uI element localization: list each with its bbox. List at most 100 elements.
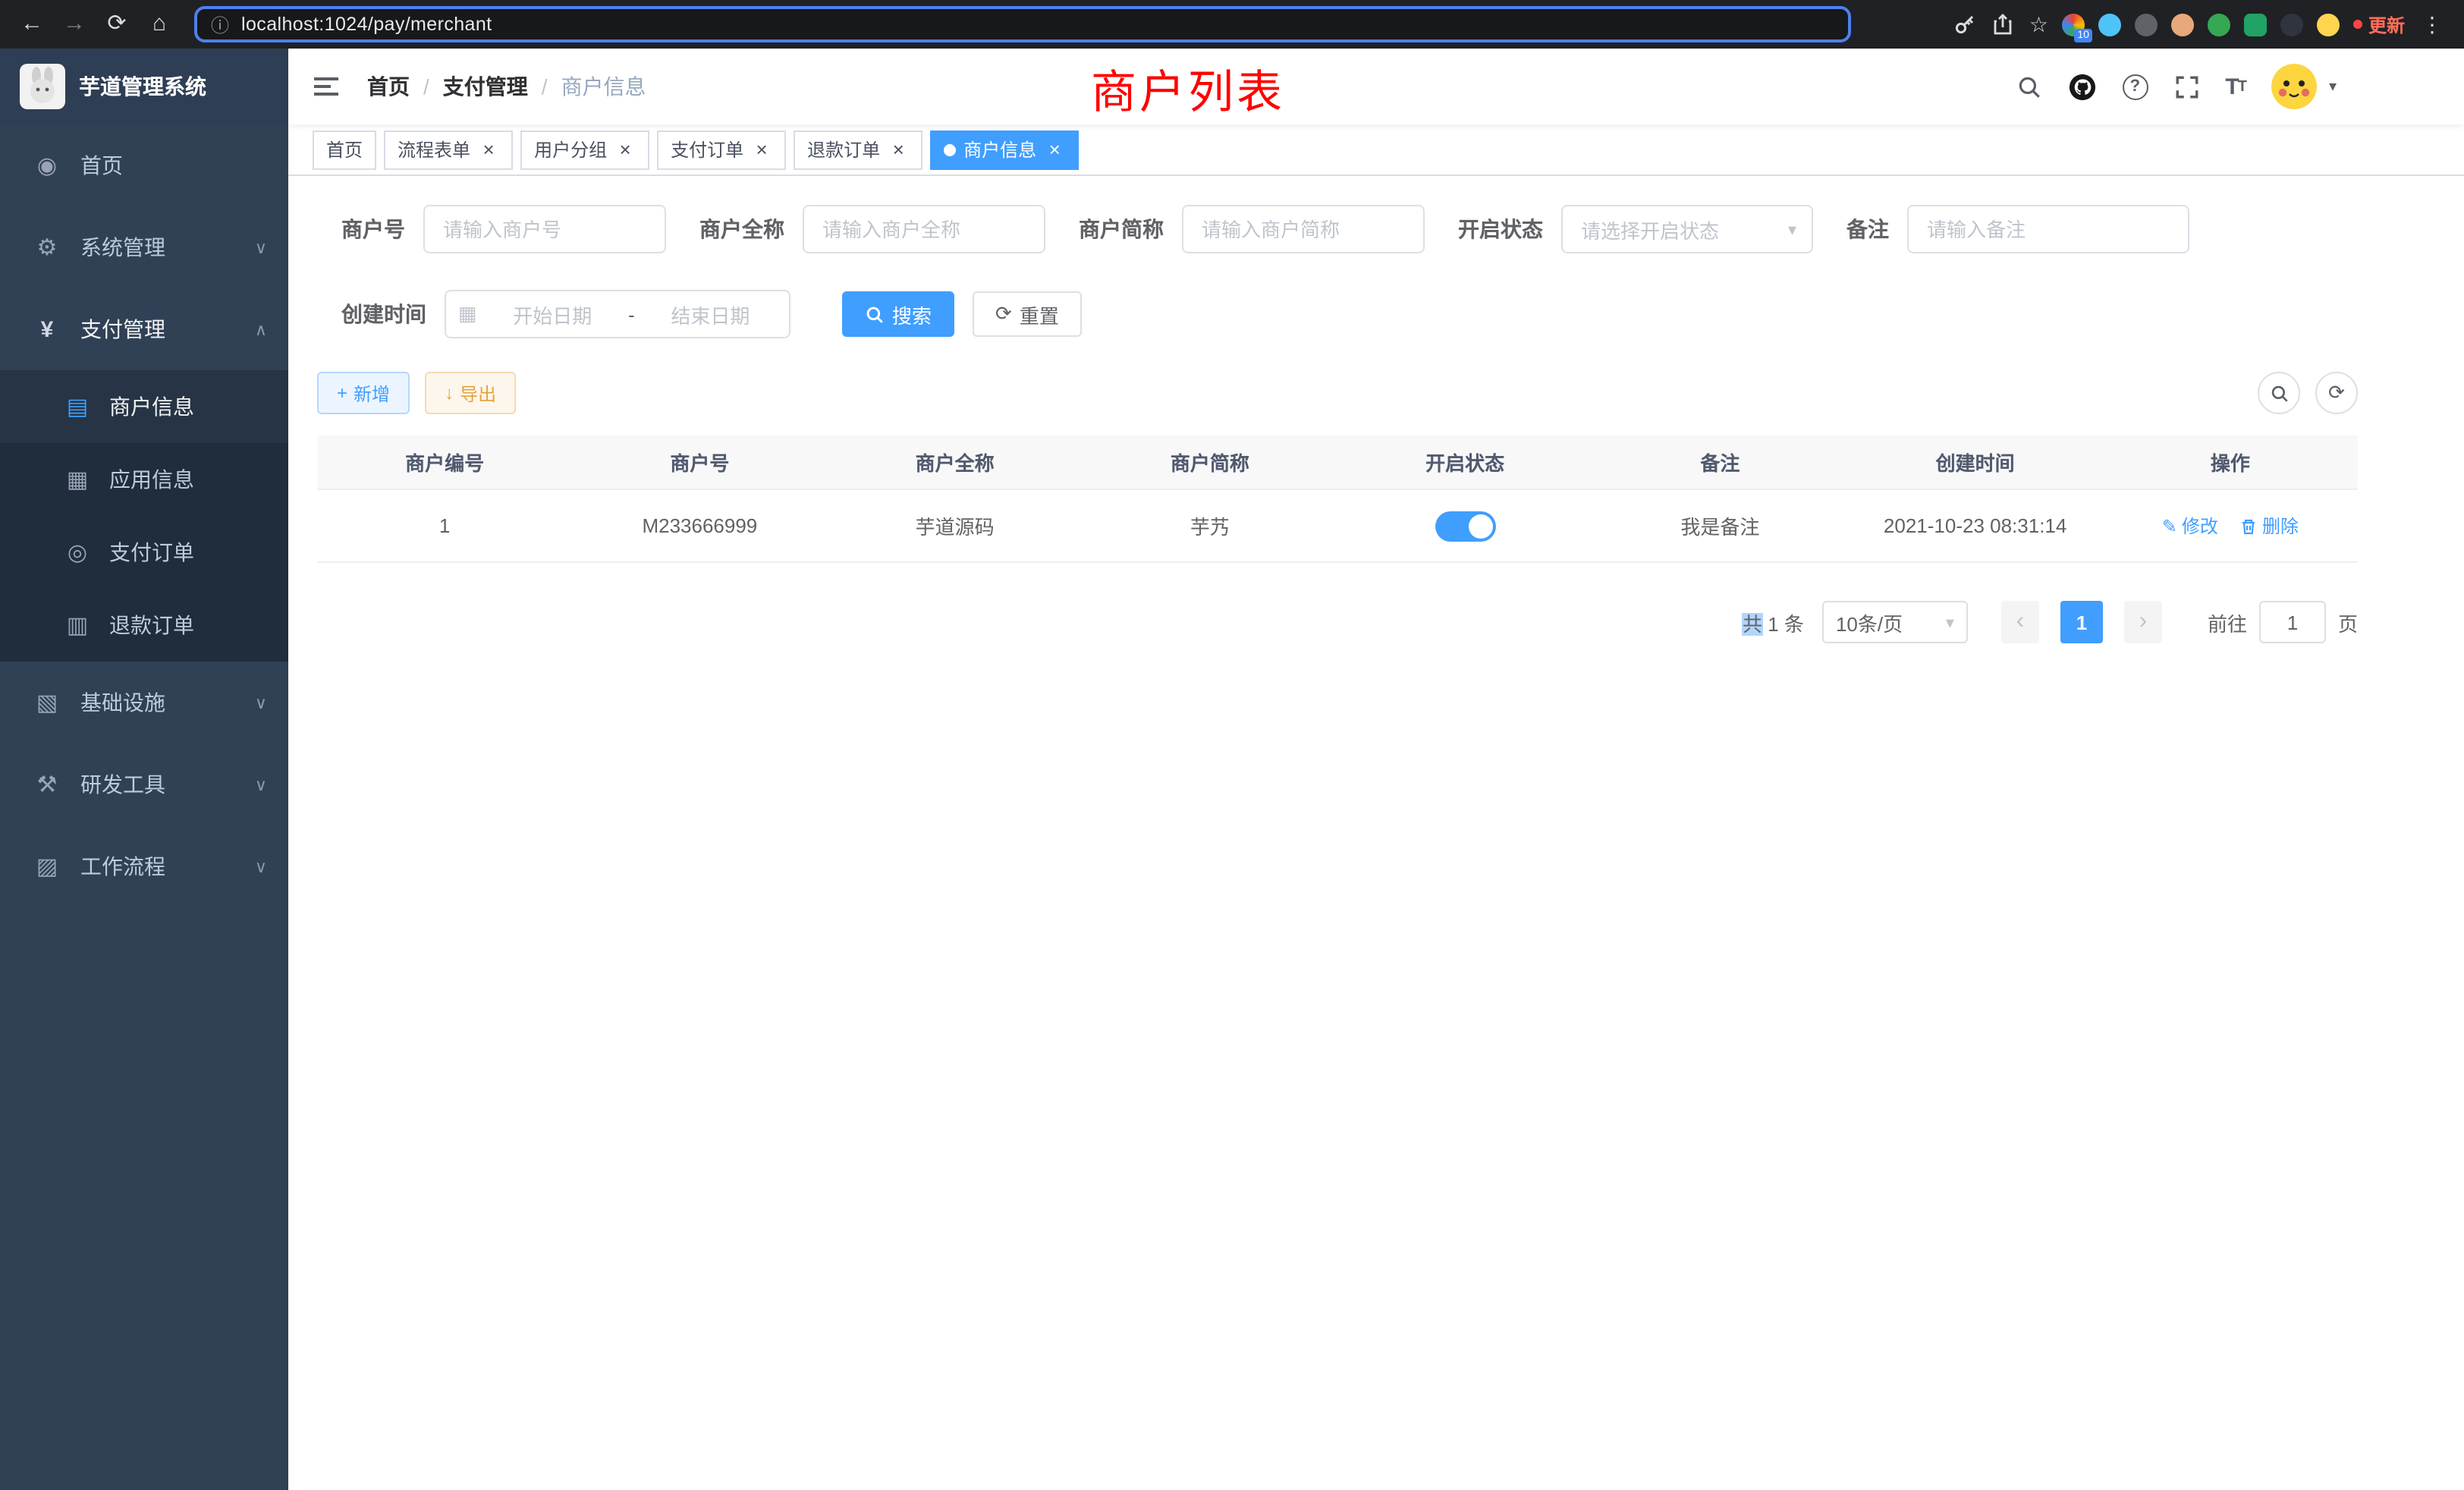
extension-icon-8[interactable] xyxy=(2317,13,2340,36)
bookmark-star-icon[interactable]: ☆ xyxy=(2029,11,2048,37)
add-button[interactable]: + 新增 xyxy=(317,372,410,414)
extension-icon-4[interactable] xyxy=(2171,13,2194,36)
help-icon[interactable]: ? xyxy=(2122,74,2148,99)
sidebar-item-label: 系统管理 xyxy=(80,232,165,262)
goto-page-input[interactable] xyxy=(2259,601,2326,643)
cell-remark: 我是备注 xyxy=(1592,490,1847,563)
delete-label: 删除 xyxy=(2262,513,2299,539)
sidebar-item-workflow[interactable]: ▨ 工作流程 ∨ xyxy=(0,825,288,907)
status-toggle[interactable] xyxy=(1435,511,1495,541)
app-grid-icon: ▦ xyxy=(64,466,91,493)
full-name-input[interactable] xyxy=(803,205,1045,253)
edit-button[interactable]: ✎ 修改 xyxy=(2162,513,2218,539)
column-header: 商户号 xyxy=(572,435,827,490)
share-icon[interactable] xyxy=(1991,12,2016,36)
refresh-table-button[interactable]: ⟳ xyxy=(2315,372,2358,414)
close-icon[interactable]: × xyxy=(614,139,636,160)
dashboard-icon: ◉ xyxy=(33,152,61,179)
annotation-title: 商户列表 xyxy=(1091,55,1285,121)
search-icon[interactable] xyxy=(2016,74,2041,99)
close-icon[interactable]: × xyxy=(888,139,909,160)
merchant-no-input[interactable] xyxy=(423,205,666,253)
sidebar-item-infrastructure[interactable]: ▧ 基础设施 ∨ xyxy=(0,662,288,743)
hamburger-icon[interactable] xyxy=(311,71,341,102)
reload-icon[interactable]: ⟳ xyxy=(97,0,137,49)
screen: ← → ⟳ ⌂ ⓘ localhost:1024/pay/merchant ☆ … xyxy=(0,0,2464,1490)
end-date-placeholder[interactable]: 结束日期 xyxy=(644,300,777,328)
font-size-icon[interactable]: TT xyxy=(2225,74,2246,99)
export-button[interactable]: ↓ 导出 xyxy=(425,372,516,414)
tab-home[interactable]: 首页 xyxy=(313,130,376,169)
page-jumper: 前往 页 xyxy=(2208,601,2358,643)
sidebar-item-dev-tools[interactable]: ⚒ 研发工具 ∨ xyxy=(0,743,288,825)
extension-icon-1[interactable]: 10 xyxy=(2062,13,2085,36)
sidebar-item-payment[interactable]: ¥ 支付管理 ∧ xyxy=(0,288,288,370)
status-label: 开启状态 xyxy=(1458,214,1543,244)
browser-update-button[interactable]: 更新 xyxy=(2353,11,2405,37)
reset-button[interactable]: ⟳ 重置 xyxy=(973,291,1082,337)
sidebar-item-app-info[interactable]: ▦ 应用信息 xyxy=(0,443,288,516)
cell-status xyxy=(1337,490,1592,563)
tab-user-group[interactable]: 用户分组 × xyxy=(520,130,649,169)
tab-refund-order[interactable]: 退款订单 × xyxy=(794,130,922,169)
github-icon[interactable] xyxy=(2067,72,2096,101)
remark-input[interactable] xyxy=(1907,205,2189,253)
extension-icon-3[interactable] xyxy=(2135,13,2158,36)
extension-icon-7[interactable] xyxy=(2280,13,2303,36)
prev-page-button[interactable]: ‹ xyxy=(2001,601,2039,643)
sidebar-item-home[interactable]: ◉ 首页 xyxy=(0,124,288,206)
home-icon[interactable]: ⌂ xyxy=(140,0,179,49)
close-icon[interactable]: × xyxy=(751,139,772,160)
avatar[interactable] xyxy=(2271,64,2317,109)
chevron-down-icon: ∨ xyxy=(255,237,267,257)
tab-pay-order[interactable]: 支付订单 × xyxy=(657,130,786,169)
close-icon[interactable]: × xyxy=(1044,139,1065,160)
site-info-icon[interactable]: ⓘ xyxy=(211,11,229,37)
sidebar-item-pay-order[interactable]: ◎ 支付订单 xyxy=(0,516,288,589)
close-icon[interactable]: × xyxy=(478,139,499,160)
delete-button[interactable]: 删除 xyxy=(2239,513,2299,539)
breadcrumb-home[interactable]: 首页 xyxy=(367,71,410,102)
toggle-search-button[interactable] xyxy=(2258,372,2300,414)
date-range-picker[interactable]: ▦ 开始日期 - 结束日期 xyxy=(445,290,790,338)
forward-icon[interactable]: → xyxy=(55,0,94,49)
address-bar[interactable]: ⓘ localhost:1024/pay/merchant xyxy=(194,6,1851,42)
breadcrumb-payment[interactable]: 支付管理 xyxy=(443,71,528,102)
sidebar-item-label: 工作流程 xyxy=(80,851,165,882)
password-key-icon[interactable] xyxy=(1953,12,1978,36)
payment-submenu: ▤ 商户信息 ▦ 应用信息 ◎ 支付订单 ▥ 退款订单 xyxy=(0,370,288,662)
avatar-caret-icon[interactable]: ▾ xyxy=(2329,78,2337,95)
page-number-1[interactable]: 1 xyxy=(2060,601,2103,643)
browser-menu-icon[interactable]: ⋮ xyxy=(2418,11,2446,37)
extension-icon-2[interactable] xyxy=(2098,13,2121,36)
extension-icon-5[interactable] xyxy=(2208,13,2230,36)
status-select[interactable]: 请选择开启状态 ▾ xyxy=(1561,205,1813,253)
toolbar-right: ⟳ xyxy=(2258,372,2358,414)
search-button[interactable]: 搜索 xyxy=(842,291,954,337)
back-icon[interactable]: ← xyxy=(12,0,52,49)
tab-process-form[interactable]: 流程表单 × xyxy=(384,130,513,169)
calendar-icon: ▦ xyxy=(458,302,477,326)
browser-actions: ☆ 10 更新 ⋮ xyxy=(1953,11,2452,37)
sidebar-item-merchant-info[interactable]: ▤ 商户信息 xyxy=(0,370,288,443)
breadcrumb-separator: / xyxy=(423,74,429,99)
sidebar-item-label: 支付管理 xyxy=(80,314,165,344)
app-logo[interactable]: 芋道管理系统 xyxy=(0,49,288,124)
fullscreen-icon[interactable] xyxy=(2173,74,2199,99)
sidebar-item-system[interactable]: ⚙ 系统管理 ∨ xyxy=(0,206,288,288)
start-date-placeholder[interactable]: 开始日期 xyxy=(486,300,619,328)
short-name-input[interactable] xyxy=(1182,205,1425,253)
edit-label: 修改 xyxy=(2182,513,2218,539)
refund-doc-icon: ▥ xyxy=(64,611,91,639)
sidebar-item-refund-order[interactable]: ▥ 退款订单 xyxy=(0,589,288,662)
yen-icon: ¥ xyxy=(33,316,61,342)
next-page-button[interactable]: › xyxy=(2124,601,2162,643)
extension-icon-6[interactable] xyxy=(2244,13,2267,36)
full-name-label: 商户全称 xyxy=(699,214,784,244)
tab-merchant-info[interactable]: 商户信息 × xyxy=(930,130,1079,169)
update-label: 更新 xyxy=(2368,11,2405,37)
avatar-image xyxy=(2271,64,2317,109)
table-toolbar: + 新增 ↓ 导出 ⟳ xyxy=(317,372,2358,414)
page-size-select[interactable]: 10条/页 ▾ xyxy=(1822,601,1968,643)
main-area: 首页 / 支付管理 / 商户信息 ? TT xyxy=(288,49,2464,1490)
